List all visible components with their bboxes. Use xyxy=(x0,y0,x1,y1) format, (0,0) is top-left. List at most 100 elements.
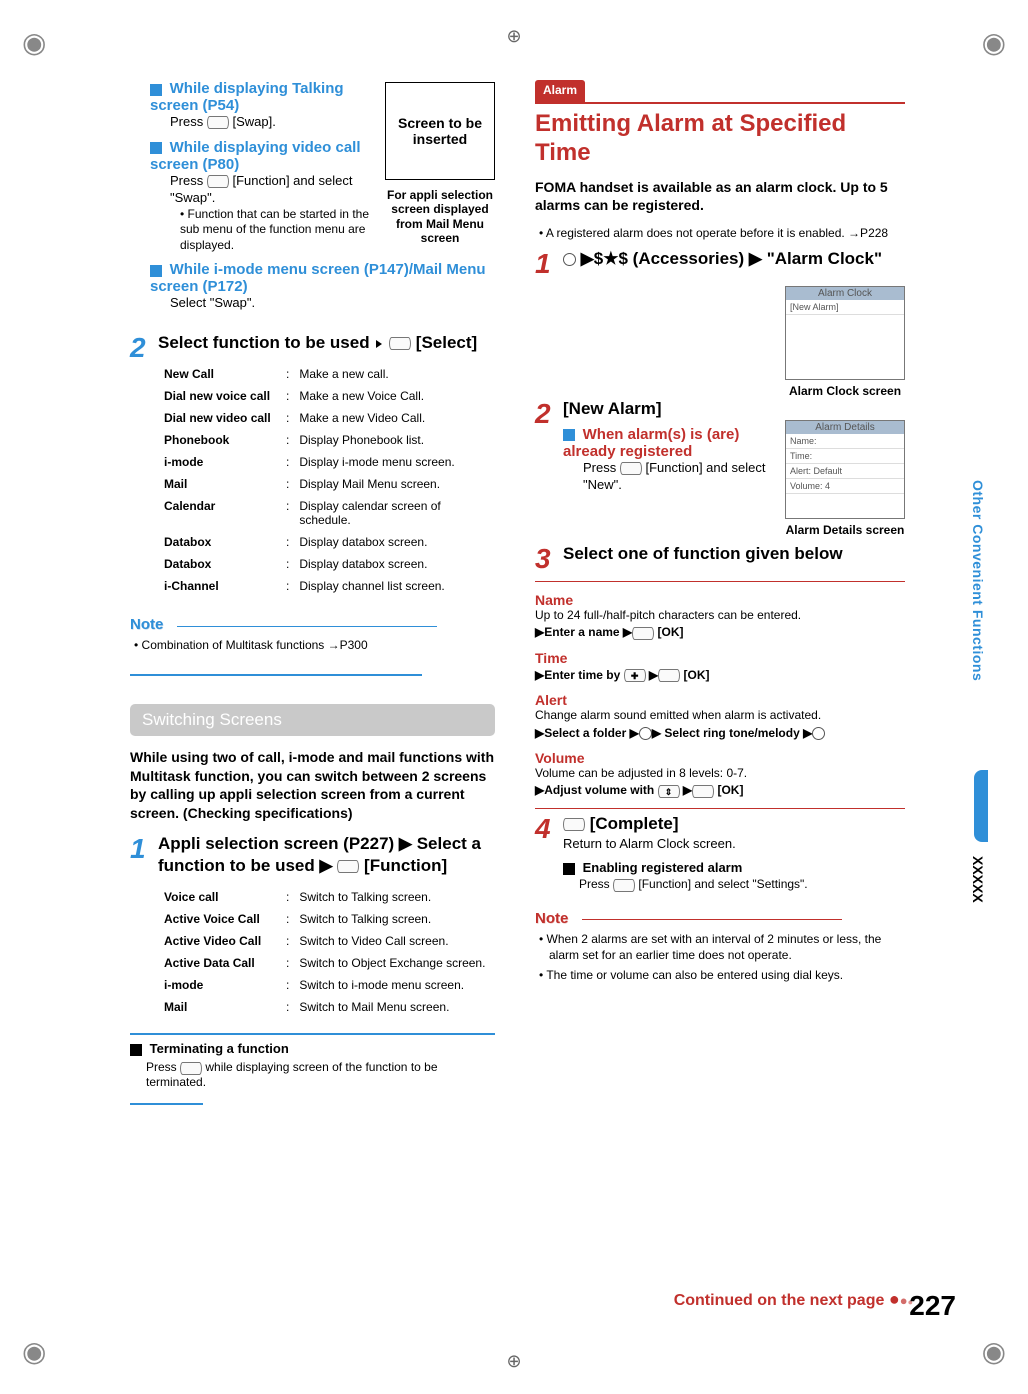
table-row: i-mode:Display i-mode menu screen. xyxy=(160,452,493,472)
blk2-body-prefix: Press xyxy=(170,173,207,188)
blk3-title: While i-mode menu screen (P147)/Mail Men… xyxy=(150,261,486,295)
key-icon xyxy=(563,818,585,831)
table-row: Active Data Call:Switch to Object Exchan… xyxy=(160,953,493,973)
r-step1-heading: ▶$★$ (Accessories) ▶ "Alarm Clock" xyxy=(563,248,905,270)
alarm-intro-note: • A registered alarm does not operate be… xyxy=(535,225,905,241)
field-alert-label: Alert xyxy=(535,692,905,708)
updown-key-icon: ⇕ xyxy=(658,785,680,798)
table-row: Phonebook:Display Phonebook list. xyxy=(160,430,493,450)
enabling-title: Enabling registered alarm xyxy=(583,860,743,875)
step2-sub-title: When alarm(s) is (are) already registere… xyxy=(563,426,739,460)
key-icon xyxy=(207,175,229,188)
section-divider xyxy=(130,674,422,676)
key-icon xyxy=(632,627,654,640)
note-rule-red xyxy=(582,919,842,920)
r-step4-sub: Return to Alarm Clock screen. xyxy=(563,835,905,853)
key-icon xyxy=(658,669,680,682)
screenshot-1-group: Alarm Clock [New Alarm] Alarm Clock scre… xyxy=(785,286,905,398)
key-icon xyxy=(207,116,229,129)
screenshot-alarm-details: Alarm Details Name: Time: Alert: Default… xyxy=(785,420,905,519)
table-row: Active Video Call:Switch to Video Call s… xyxy=(160,931,493,951)
alarm-intro-bold: FOMA handset is available as an alarm cl… xyxy=(535,178,905,216)
center-key-icon xyxy=(639,727,652,740)
blue-square-icon xyxy=(563,429,575,441)
key-icon xyxy=(613,879,635,892)
r-step4-heading: [Complete] xyxy=(563,813,905,835)
left-column: Screen to be inserted For appli selectio… xyxy=(130,80,495,1121)
function-table: New Call:Make a new call.Dial new voice … xyxy=(158,362,495,598)
screenshot-alarm-clock: Alarm Clock [New Alarm] xyxy=(785,286,905,380)
black-square-icon xyxy=(563,863,575,875)
switch-function-table: Voice call:Switch to Talking screen.Acti… xyxy=(158,885,495,1019)
blue-square-icon xyxy=(150,265,162,277)
note-item-1: • Combination of Multitask functions →P3… xyxy=(130,637,495,653)
reg-mark-bottom-left: ◉ xyxy=(22,1335,46,1368)
blk1-body-suffix: [Swap]. xyxy=(232,114,275,129)
field-time-label: Time xyxy=(535,650,905,666)
r-note-2: • The time or volume can also be entered… xyxy=(535,967,905,983)
red-divider xyxy=(535,581,905,582)
note-label-red: Note xyxy=(535,910,568,927)
key-icon xyxy=(337,860,359,873)
continued-text: Continued on the next page ●●● xyxy=(674,1292,913,1309)
r-step3-heading: Select one of function given below xyxy=(563,543,905,565)
step-number-2: 2 xyxy=(130,332,150,598)
note-label: Note xyxy=(130,616,163,633)
screenshot-2-caption: Alarm Details screen xyxy=(785,523,905,537)
table-row: Mail:Switch to Mail Menu screen. xyxy=(160,997,493,1017)
table-row: Mail:Display Mail Menu screen. xyxy=(160,474,493,494)
note-rule xyxy=(177,626,437,627)
table-row: i-Channel:Display channel list screen. xyxy=(160,576,493,596)
page-number: 227 xyxy=(909,1290,956,1322)
table-row: Voice call:Switch to Talking screen. xyxy=(160,887,493,907)
en-body-suffix: [Function] and select "Settings". xyxy=(638,877,807,891)
step2-sub-prefix: Press xyxy=(583,460,620,475)
table-row: Calendar:Display calendar screen of sche… xyxy=(160,496,493,530)
r-step4-num: 4 xyxy=(535,813,555,892)
blk2-title: While displaying video call screen (P80) xyxy=(150,139,361,173)
red-divider xyxy=(535,808,905,809)
screen-placeholder-caption: For appli selection screen displayed fro… xyxy=(385,188,495,246)
blk1-body-prefix: Press xyxy=(170,114,207,129)
black-square-icon xyxy=(130,1044,142,1056)
r-step2-heading: [New Alarm] xyxy=(563,398,905,420)
center-key-icon xyxy=(563,253,576,266)
table-row: Dial new voice call:Make a new Voice Cal… xyxy=(160,386,493,406)
blue-square-icon xyxy=(150,142,162,154)
r-step2-num: 2 xyxy=(535,398,555,537)
field-name-desc: Up to 24 full-/half-pitch characters can… xyxy=(535,608,905,624)
table-row: New Call:Make a new call. xyxy=(160,364,493,384)
screen-placeholder-box: Screen to be inserted xyxy=(385,82,495,180)
table-row: Active Voice Call:Switch to Talking scre… xyxy=(160,909,493,929)
reg-mark-bottom-right: ◉ xyxy=(982,1335,1006,1368)
blue-square-icon xyxy=(150,84,162,96)
dpad-icon: ✚ xyxy=(624,669,646,682)
red-rule xyxy=(535,102,905,104)
table-row: Databox:Display databox screen. xyxy=(160,532,493,552)
center-key-icon xyxy=(812,727,825,740)
alarm-heading: Emitting Alarm at Specified Time xyxy=(535,110,905,168)
field-time-step: ▶Enter time by ✚ ▶ [OK] xyxy=(535,668,905,682)
alarm-tab: Alarm xyxy=(535,80,585,102)
sw-step1-heading: Appli selection screen (P227) ▶ Select a… xyxy=(158,833,495,877)
r-note-1: • When 2 alarms are set with an interval… xyxy=(535,931,905,963)
key-icon xyxy=(692,785,714,798)
switching-intro: While using two of call, i-mode and mail… xyxy=(130,748,495,824)
blk1-title: While displaying Talking screen (P54) xyxy=(150,80,344,114)
en-body-prefix: Press xyxy=(579,877,613,891)
right-arrow-icon xyxy=(376,340,382,348)
field-volume-desc: Volume can be adjusted in 8 levels: 0-7. xyxy=(535,766,905,782)
table-row: Databox:Display databox screen. xyxy=(160,554,493,574)
r-step1-num: 1 xyxy=(535,248,555,280)
screen-placeholder-group: Screen to be inserted For appli selectio… xyxy=(385,82,495,246)
screenshot-2-group: Alarm Details Name: Time: Alert: Default… xyxy=(785,420,905,537)
terminating-title: Terminating a function xyxy=(150,1041,289,1056)
blk3-body: Select "Swap". xyxy=(170,295,495,312)
key-icon xyxy=(389,337,411,350)
screenshot-1-caption: Alarm Clock screen xyxy=(785,384,905,398)
field-volume-step: ▶Adjust volume with ⇕ ▶ [OK] xyxy=(535,783,905,797)
switching-screens-bar: Switching Screens xyxy=(130,704,495,736)
table-row: i-mode:Switch to i-mode menu screen. xyxy=(160,975,493,995)
field-name-label: Name xyxy=(535,592,905,608)
key-icon xyxy=(180,1062,202,1075)
